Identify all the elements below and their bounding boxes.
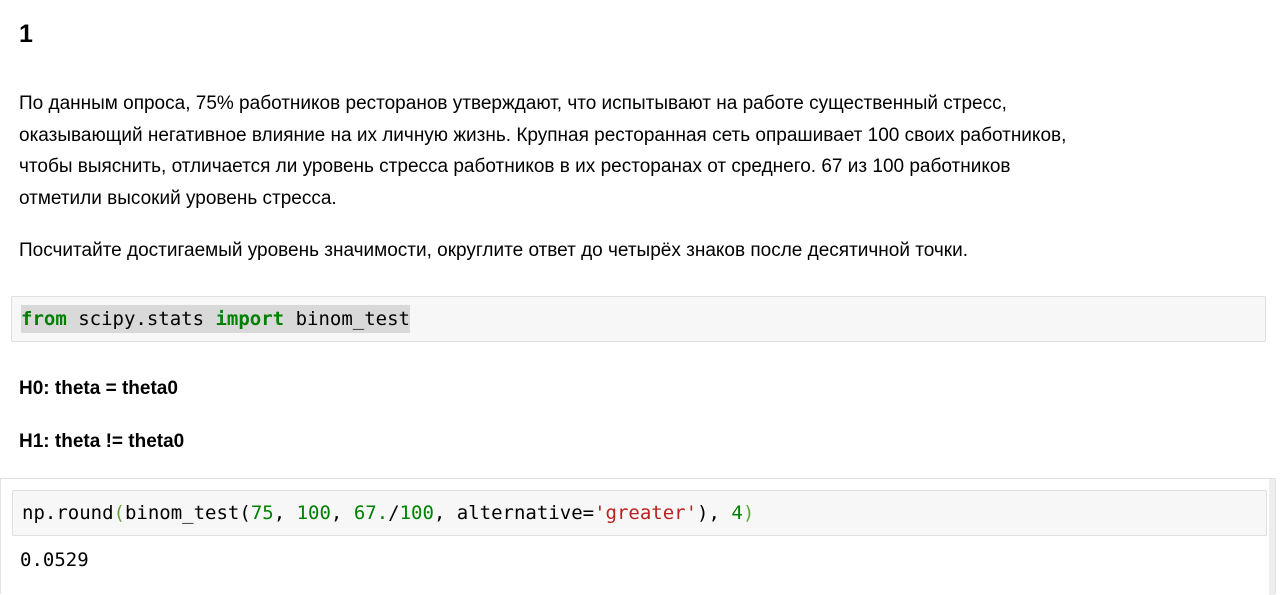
compute-cell[interactable]: np.round(binom_test(75, 100, 67./100, al…	[0, 478, 1276, 595]
paren-open-outer: (	[113, 502, 125, 524]
arg-prob-op: /	[388, 502, 400, 524]
fn-binom-test: binom_test(	[124, 502, 251, 524]
arg-trials: 100	[296, 502, 331, 524]
fn-round: np.round	[22, 502, 114, 524]
arg-prob-den: 100	[399, 502, 434, 524]
problem-statement: По данным опроса, 75% работников рестора…	[19, 88, 1259, 214]
problem-line-1: По данным опроса, 75% работников рестора…	[19, 93, 1007, 114]
sep-2: ,	[330, 502, 354, 524]
keyword-import: import	[215, 308, 285, 330]
sep-1: ,	[273, 502, 297, 524]
close-inner: ),	[697, 502, 732, 524]
arg-decimals: 4	[731, 502, 743, 524]
paren-close-outer: )	[742, 502, 755, 524]
hypothesis-h0: H0: theta = theta0	[19, 378, 178, 399]
compute-code-cell[interactable]: np.round(binom_test(75, 100, 67./100, al…	[12, 490, 1267, 536]
sep-3: , alternative=	[433, 502, 595, 524]
cell-output: 0.0529	[20, 549, 89, 571]
arg-alternative: 'greater'	[594, 502, 698, 524]
arg-successes: 75	[250, 502, 274, 524]
cell-heading: 1	[19, 20, 33, 48]
imported-name: binom_test	[284, 308, 410, 330]
module-name: scipy.stats	[66, 308, 216, 330]
arg-prob-num: 67.	[353, 502, 389, 524]
keyword-from: from	[21, 308, 67, 330]
problem-line-3: чтобы выяснить, отличается ли уровень ст…	[19, 156, 1011, 177]
hypothesis-h1: H1: theta != theta0	[19, 431, 185, 452]
compute-code-line[interactable]: np.round(binom_test(75, 100, 67./100, al…	[22, 499, 754, 527]
task-statement: Посчитайте достигаемый уровень значимост…	[19, 240, 968, 261]
import-code-line[interactable]: from scipy.stats import binom_test	[21, 305, 410, 333]
problem-line-2: оказывающий негативное влияние на их лич…	[19, 124, 1067, 146]
import-code-cell[interactable]: from scipy.stats import binom_test	[11, 296, 1266, 342]
cell-scrollbar[interactable]	[1269, 479, 1275, 595]
problem-line-4: отметили высокий уровень стресса.	[19, 187, 337, 209]
